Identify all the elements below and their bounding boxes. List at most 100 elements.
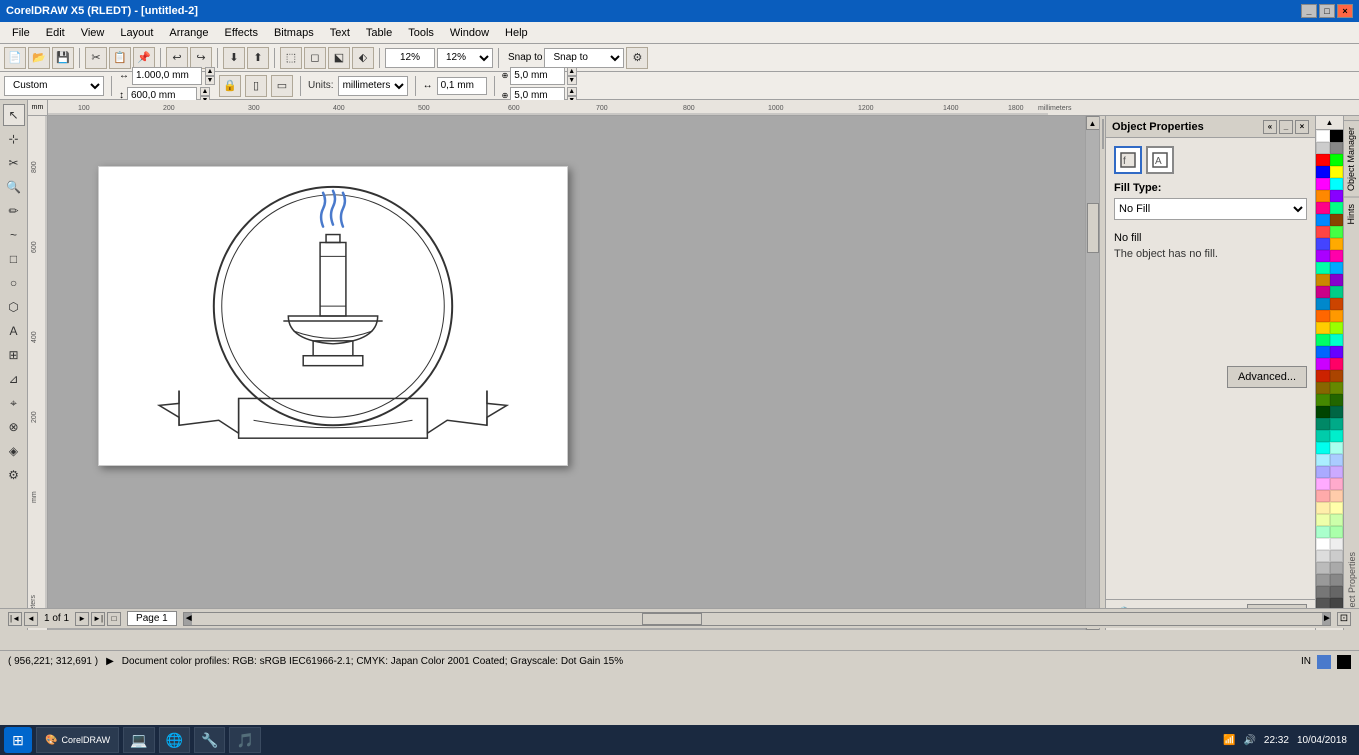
width-up-button[interactable]: ▲ <box>205 67 215 76</box>
color-swatch[interactable] <box>1316 346 1330 358</box>
scroll-right-button[interactable]: ► <box>1322 613 1330 625</box>
color-swatch[interactable] <box>1316 286 1330 298</box>
color-swatch[interactable] <box>1330 250 1344 262</box>
color-swatch[interactable] <box>1316 202 1330 214</box>
menu-tools[interactable]: Tools <box>400 25 442 41</box>
coords-expand-button[interactable]: ▶ <box>106 656 114 667</box>
snap-options-button[interactable]: ⚙ <box>626 47 648 69</box>
color-swatch[interactable] <box>1330 550 1344 562</box>
start-button[interactable]: ⊞ <box>4 727 32 753</box>
color-swatch[interactable] <box>1316 214 1330 226</box>
color-swatch[interactable] <box>1330 418 1344 430</box>
color-swatch[interactable] <box>1330 202 1344 214</box>
color-swatch[interactable] <box>1316 490 1330 502</box>
height-up-button[interactable]: ▲ <box>200 87 210 96</box>
color-swatch[interactable] <box>1316 262 1330 274</box>
color-swatch[interactable] <box>1316 442 1330 454</box>
color-swatch[interactable] <box>1316 130 1330 142</box>
copy-button[interactable]: 📋 <box>109 47 131 69</box>
color-swatch[interactable] <box>1316 166 1330 178</box>
color-swatch[interactable] <box>1330 382 1344 394</box>
nudge-input[interactable] <box>437 77 487 95</box>
color-swatch[interactable] <box>1316 358 1330 370</box>
scroll-up-button[interactable]: ▲ <box>1086 116 1100 130</box>
color-swatch[interactable] <box>1316 154 1330 166</box>
dim3-input[interactable] <box>510 67 565 85</box>
color-swatch[interactable] <box>1330 574 1344 586</box>
color-swatch[interactable] <box>1330 502 1344 514</box>
color-swatch[interactable] <box>1330 490 1344 502</box>
new-button[interactable]: 📄 <box>4 47 26 69</box>
fill-tool[interactable]: ◈ <box>3 440 25 462</box>
color-swatch[interactable] <box>1316 514 1330 526</box>
color-swatch[interactable] <box>1330 358 1344 370</box>
canvas-area[interactable]: ▲ ▼ <box>48 116 1099 630</box>
color-swatch[interactable] <box>1330 130 1344 142</box>
color-swatch[interactable] <box>1330 346 1344 358</box>
color-swatch[interactable] <box>1330 526 1344 538</box>
color-swatch[interactable] <box>1330 286 1344 298</box>
palette-scroll-up[interactable]: ▲ <box>1316 116 1343 130</box>
last-page-button[interactable]: ►| <box>91 612 105 626</box>
color-swatch[interactable] <box>1316 562 1330 574</box>
first-page-button[interactable]: |◄ <box>8 612 22 626</box>
panel-expand-button[interactable]: « <box>1263 120 1277 134</box>
vertical-scrollbar[interactable]: ▲ ▼ <box>1085 116 1099 630</box>
color-swatch[interactable] <box>1330 226 1344 238</box>
color-swatch[interactable] <box>1316 526 1330 538</box>
color-swatch[interactable] <box>1316 238 1330 250</box>
color-swatch[interactable] <box>1316 190 1330 202</box>
color-swatch[interactable] <box>1330 478 1344 490</box>
select-tool[interactable]: ↖ <box>3 104 25 126</box>
color-swatch[interactable] <box>1330 586 1344 598</box>
color-swatch[interactable] <box>1316 466 1330 478</box>
color-swatch[interactable] <box>1316 586 1330 598</box>
color-swatch[interactable] <box>1330 322 1344 334</box>
color-swatch[interactable] <box>1330 214 1344 226</box>
view-mode-button[interactable]: ◻ <box>304 47 326 69</box>
color-swatch[interactable] <box>1316 430 1330 442</box>
blend-tool[interactable]: ⚙ <box>3 464 25 486</box>
color-swatch[interactable] <box>1316 334 1330 346</box>
color-swatch[interactable] <box>1316 550 1330 562</box>
color-swatch[interactable] <box>1316 538 1330 550</box>
color-swatch[interactable] <box>1316 178 1330 190</box>
import-button[interactable]: ⬇ <box>223 47 245 69</box>
color-swatch[interactable] <box>1316 298 1330 310</box>
taskbar-item-4[interactable]: 🔧 <box>194 727 225 753</box>
scroll-thumb-horizontal[interactable] <box>642 613 702 625</box>
color-swatch[interactable] <box>1330 298 1344 310</box>
color-swatch[interactable] <box>1330 370 1344 382</box>
taskbar-item-2[interactable]: 💻 <box>123 727 154 753</box>
restore-button[interactable]: □ <box>1319 4 1335 18</box>
color-swatch[interactable] <box>1330 310 1344 322</box>
panel-close-button[interactable]: × <box>1295 120 1309 134</box>
units-dropdown[interactable]: millimetersinchespixels <box>338 76 408 96</box>
view-fit-button[interactable]: ⬖ <box>352 47 374 69</box>
menu-layout[interactable]: Layout <box>112 25 161 41</box>
dim4-up-button[interactable]: ▲ <box>567 87 577 96</box>
polygon-tool[interactable]: ⬡ <box>3 296 25 318</box>
color-swatch[interactable] <box>1316 142 1330 154</box>
freehand-tool[interactable]: ✏ <box>3 200 25 222</box>
taskbar-item-3[interactable]: 🌐 <box>159 727 190 753</box>
taskbar-item-5[interactable]: 🎵 <box>229 727 260 753</box>
dropper-tool[interactable]: ⊗ <box>3 416 25 438</box>
menu-effects[interactable]: Effects <box>217 25 266 41</box>
save-button[interactable]: 💾 <box>52 47 74 69</box>
prev-page-button[interactable]: ◄ <box>24 612 38 626</box>
portrait-button[interactable]: ▯ <box>245 75 267 97</box>
color-swatch[interactable] <box>1330 454 1344 466</box>
zoom-tool[interactable]: 🔍 <box>3 176 25 198</box>
view-outline-button[interactable]: ⬕ <box>328 47 350 69</box>
color-swatch[interactable] <box>1330 406 1344 418</box>
zoom-fit-button[interactable]: ⊡ <box>1337 612 1351 626</box>
color-swatch[interactable] <box>1330 514 1344 526</box>
menu-edit[interactable]: Edit <box>38 25 73 41</box>
color-swatch[interactable] <box>1330 262 1344 274</box>
color-swatch[interactable] <box>1316 454 1330 466</box>
color-swatch[interactable] <box>1330 442 1344 454</box>
scroll-thumb-vertical[interactable] <box>1087 203 1099 253</box>
menu-view[interactable]: View <box>73 25 113 41</box>
color-indicator[interactable] <box>1317 655 1331 669</box>
